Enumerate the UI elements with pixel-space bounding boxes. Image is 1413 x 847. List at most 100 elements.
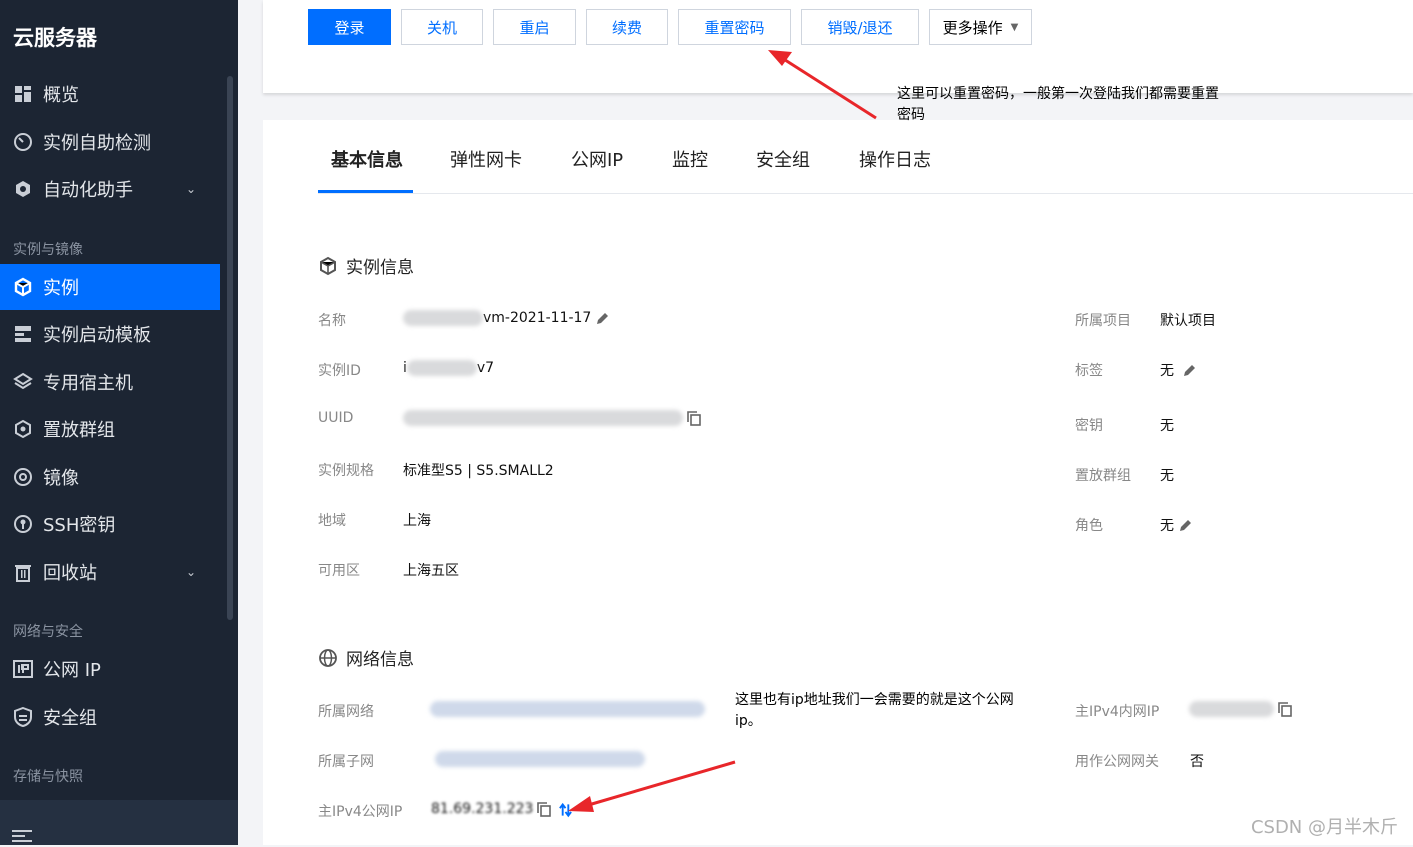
redacted-text: [430, 701, 705, 717]
sidebar-scrollbar[interactable]: [227, 76, 233, 620]
subnet-value[interactable]: [435, 751, 645, 767]
public-ip-value: 81.69.231.223: [431, 801, 573, 817]
action-bar: 登录 关机 重启 续费 重置密码 销毁/退还 更多操作 ▼: [263, 0, 1413, 93]
tab-monitoring[interactable]: 监控: [672, 146, 708, 172]
key-label: 密钥: [1075, 418, 1103, 434]
tag-value: 无: [1160, 360, 1197, 380]
public-ip-note: 这里也有ip地址我们一会需要的就是这个公网ip。: [735, 692, 1014, 729]
tab-security-groups[interactable]: 安全组: [756, 146, 810, 172]
edit-name-icon[interactable]: [595, 311, 610, 326]
caret-down-icon: ▼: [1010, 21, 1019, 33]
sidebar-item-self-check[interactable]: 实例自助检测: [0, 119, 220, 165]
instance-info-title: 实例信息: [346, 258, 414, 278]
redacted-text: [406, 360, 477, 376]
copy-icon[interactable]: [537, 801, 552, 817]
vpc-value[interactable]: [430, 701, 705, 717]
sidebar-item-ssh-keys[interactable]: SSH密钥: [0, 501, 220, 547]
hexagon-icon: [12, 418, 34, 440]
globe-icon: [318, 648, 338, 668]
sidebar-item-label: 实例自助检测: [43, 133, 151, 154]
collapse-menu-icon[interactable]: [12, 828, 32, 842]
tab-bar: 基本信息 弹性网卡 公网IP 监控 安全组 操作日志: [318, 120, 1413, 194]
name-label: 名称: [318, 313, 346, 329]
reset-password-note: 这里可以重置密码，一般第一次登陆我们都需要重置密码: [897, 86, 1219, 123]
sidebar-item-label: 实例启动模板: [43, 325, 151, 346]
name-value: vm-2021-11-17: [403, 310, 610, 326]
vpc-label: 所属网络: [318, 704, 374, 720]
edit-tag-icon[interactable]: [1182, 363, 1197, 378]
cube-icon: [12, 276, 34, 298]
renew-button[interactable]: 续费: [586, 9, 668, 45]
key-icon: [12, 513, 34, 535]
zone-label: 可用区: [318, 563, 360, 579]
swap-ip-icon[interactable]: [558, 802, 573, 817]
copy-icon[interactable]: [687, 410, 702, 426]
sidebar-item-instances[interactable]: 实例: [0, 264, 220, 310]
instance-detail-card: 基本信息 弹性网卡 公网IP 监控 安全组 操作日志 实例信息 名称 vm-20…: [263, 120, 1413, 845]
edit-role-icon[interactable]: [1178, 518, 1193, 533]
public-ip-label: 主IPv4公网IP: [318, 804, 403, 820]
ip-icon: [12, 658, 34, 680]
copy-icon[interactable]: [1278, 701, 1293, 717]
subnet-label: 所属子网: [318, 754, 374, 770]
instance-name: vm-2021-11-17: [483, 310, 592, 326]
cube-icon: [318, 256, 338, 276]
tab-operation-logs[interactable]: 操作日志: [859, 146, 931, 172]
tab-public-ip[interactable]: 公网IP: [571, 146, 623, 172]
login-button[interactable]: 登录: [308, 9, 391, 45]
sidebar-item-images[interactable]: 镜像: [0, 454, 220, 500]
destroy-button[interactable]: 销毁/退还: [801, 9, 919, 45]
sidebar-item-label: 实例: [43, 278, 79, 299]
sidebar-item-public-ip[interactable]: 公网 IP: [0, 646, 220, 692]
sidebar-item-label: 回收站: [43, 563, 97, 584]
watermark: CSDN @月半木斤: [1250, 817, 1398, 838]
gauge-icon: [12, 131, 34, 153]
sidebar-item-dedicated-hosts[interactable]: 专用宿主机: [0, 359, 220, 405]
placement-label: 置放群组: [1075, 468, 1131, 484]
chevron-down-icon: ⌄: [185, 182, 196, 196]
gateway-label: 用作公网网关: [1075, 754, 1159, 770]
redacted-text: [1189, 701, 1274, 717]
disc-icon: [12, 466, 34, 488]
sidebar-title: 云服务器: [13, 26, 97, 50]
sidebar-item-label: 概览: [43, 85, 79, 106]
reset-password-button[interactable]: 重置密码: [678, 9, 791, 45]
placement-value: 无: [1160, 468, 1174, 484]
tab-basic-info[interactable]: 基本信息: [331, 146, 403, 172]
active-tab-indicator: [318, 190, 413, 193]
role-text: 无: [1160, 518, 1174, 534]
project-value: 默认项目: [1160, 313, 1216, 329]
instance-id-suffix: v7: [476, 360, 495, 376]
template-icon: [12, 323, 34, 345]
spec-label: 实例规格: [318, 463, 374, 479]
sidebar-item-placement-groups[interactable]: 置放群组: [0, 406, 220, 452]
network-info-title: 网络信息: [346, 650, 414, 670]
more-actions-dropdown[interactable]: 更多操作 ▼: [929, 9, 1032, 45]
spec-value: 标准型S5 | S5.SMALL2: [403, 463, 554, 479]
sidebar-item-automation[interactable]: 自动化助手 ⌄: [0, 166, 220, 212]
sidebar-item-label: SSH密钥: [43, 515, 116, 536]
sidebar-item-recycle-bin[interactable]: 回收站 ⌄: [0, 549, 220, 595]
dashboard-icon: [12, 83, 34, 105]
sidebar-item-launch-templates[interactable]: 实例启动模板: [0, 311, 220, 357]
sidebar-item-security-groups[interactable]: 安全组: [0, 694, 220, 740]
private-ip-label: 主IPv4内网IP: [1075, 704, 1160, 720]
tab-elastic-nic[interactable]: 弹性网卡: [450, 146, 522, 172]
chevron-down-icon: ⌄: [185, 565, 196, 579]
region-label: 地域: [318, 513, 346, 529]
public-ip-address: 81.69.231.223: [431, 801, 534, 817]
role-value: 无: [1160, 515, 1193, 535]
redacted-text: [403, 310, 483, 326]
sidebar-item-label: 镜像: [43, 468, 79, 489]
restart-button[interactable]: 重启: [493, 9, 576, 45]
uuid-value: [403, 410, 702, 426]
more-actions-label: 更多操作: [942, 18, 1003, 37]
shutdown-button[interactable]: 关机: [401, 9, 483, 45]
sidebar-item-overview[interactable]: 概览: [0, 71, 220, 117]
redacted-text: [403, 410, 683, 426]
sidebar-item-label: 自动化助手: [43, 180, 133, 201]
key-value: 无: [1160, 418, 1174, 434]
layers-icon: [12, 371, 34, 393]
instance-id-value: i v7: [403, 360, 494, 376]
redacted-text: [435, 751, 645, 767]
